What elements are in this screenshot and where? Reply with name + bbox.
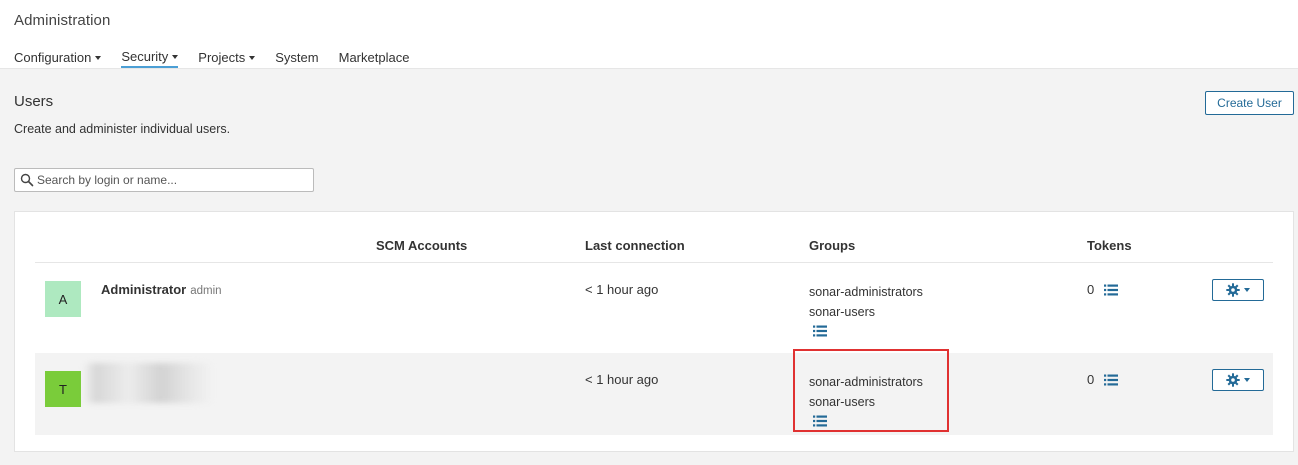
caret-down-icon xyxy=(249,55,256,60)
user-actions-button[interactable] xyxy=(1212,369,1264,391)
redacted-user-name xyxy=(83,363,213,403)
nav-marketplace[interactable]: Marketplace xyxy=(339,46,410,68)
tokens-cell: 0 xyxy=(1087,282,1119,297)
search-box xyxy=(14,168,314,192)
column-header-last-connection: Last connection xyxy=(585,238,685,253)
last-connection: < 1 hour ago xyxy=(585,282,659,297)
nav-system[interactable]: System xyxy=(275,46,318,68)
nav-label: Security xyxy=(121,48,169,64)
gear-icon xyxy=(1226,373,1240,387)
highlight-annotation xyxy=(793,349,949,432)
groups-cell: sonar-administrators sonar-users xyxy=(809,282,923,337)
users-table: SCM Accounts Last connection Groups Toke… xyxy=(14,211,1294,452)
nav-label: Configuration xyxy=(14,49,92,65)
admin-title: Administration xyxy=(14,12,111,29)
user-actions-button[interactable] xyxy=(1212,279,1264,301)
list-icon[interactable] xyxy=(813,325,827,337)
list-icon[interactable] xyxy=(1104,374,1119,386)
tokens-cell: 0 xyxy=(1087,372,1119,387)
caret-down-icon xyxy=(1244,378,1250,382)
user-name: Administrator admin xyxy=(101,282,222,297)
page-description: Create and administer individual users. xyxy=(14,122,231,136)
admin-nav: Configuration Security Projects System M… xyxy=(14,46,429,68)
table-row: T < 1 hour ago sonar-administrators sona… xyxy=(35,353,1273,435)
create-user-button[interactable]: Create User xyxy=(1205,91,1294,115)
nav-label: System xyxy=(275,49,319,65)
search-input[interactable] xyxy=(37,171,307,189)
top-header: Administration Configuration Security Pr… xyxy=(0,0,1298,69)
group-name: sonar-administrators xyxy=(809,285,923,299)
group-name: sonar-users xyxy=(809,305,875,319)
user-display-name: Administrator xyxy=(101,282,187,297)
page-title: Users xyxy=(14,93,54,110)
gear-icon xyxy=(1226,283,1240,297)
nav-label: Marketplace xyxy=(338,49,410,65)
nav-projects[interactable]: Projects xyxy=(198,46,256,68)
table-row: A Administrator admin < 1 hour ago sonar-… xyxy=(35,263,1273,345)
nav-security[interactable]: Security xyxy=(121,46,179,68)
search-icon xyxy=(20,173,34,187)
user-login: admin xyxy=(190,285,222,297)
token-count: 0 xyxy=(1087,372,1095,387)
column-header-groups: Groups xyxy=(809,238,856,253)
caret-down-icon xyxy=(172,54,179,59)
list-icon[interactable] xyxy=(1104,284,1119,296)
avatar: A xyxy=(45,281,81,317)
column-header-scm-accounts: SCM Accounts xyxy=(376,238,468,253)
avatar: T xyxy=(45,371,81,407)
caret-down-icon xyxy=(1244,288,1250,292)
column-header-tokens: Tokens xyxy=(1087,238,1132,253)
nav-configuration[interactable]: Configuration xyxy=(14,46,102,68)
token-count: 0 xyxy=(1087,282,1095,297)
nav-label: Projects xyxy=(198,49,246,65)
caret-down-icon xyxy=(95,55,102,60)
last-connection: < 1 hour ago xyxy=(585,372,659,387)
